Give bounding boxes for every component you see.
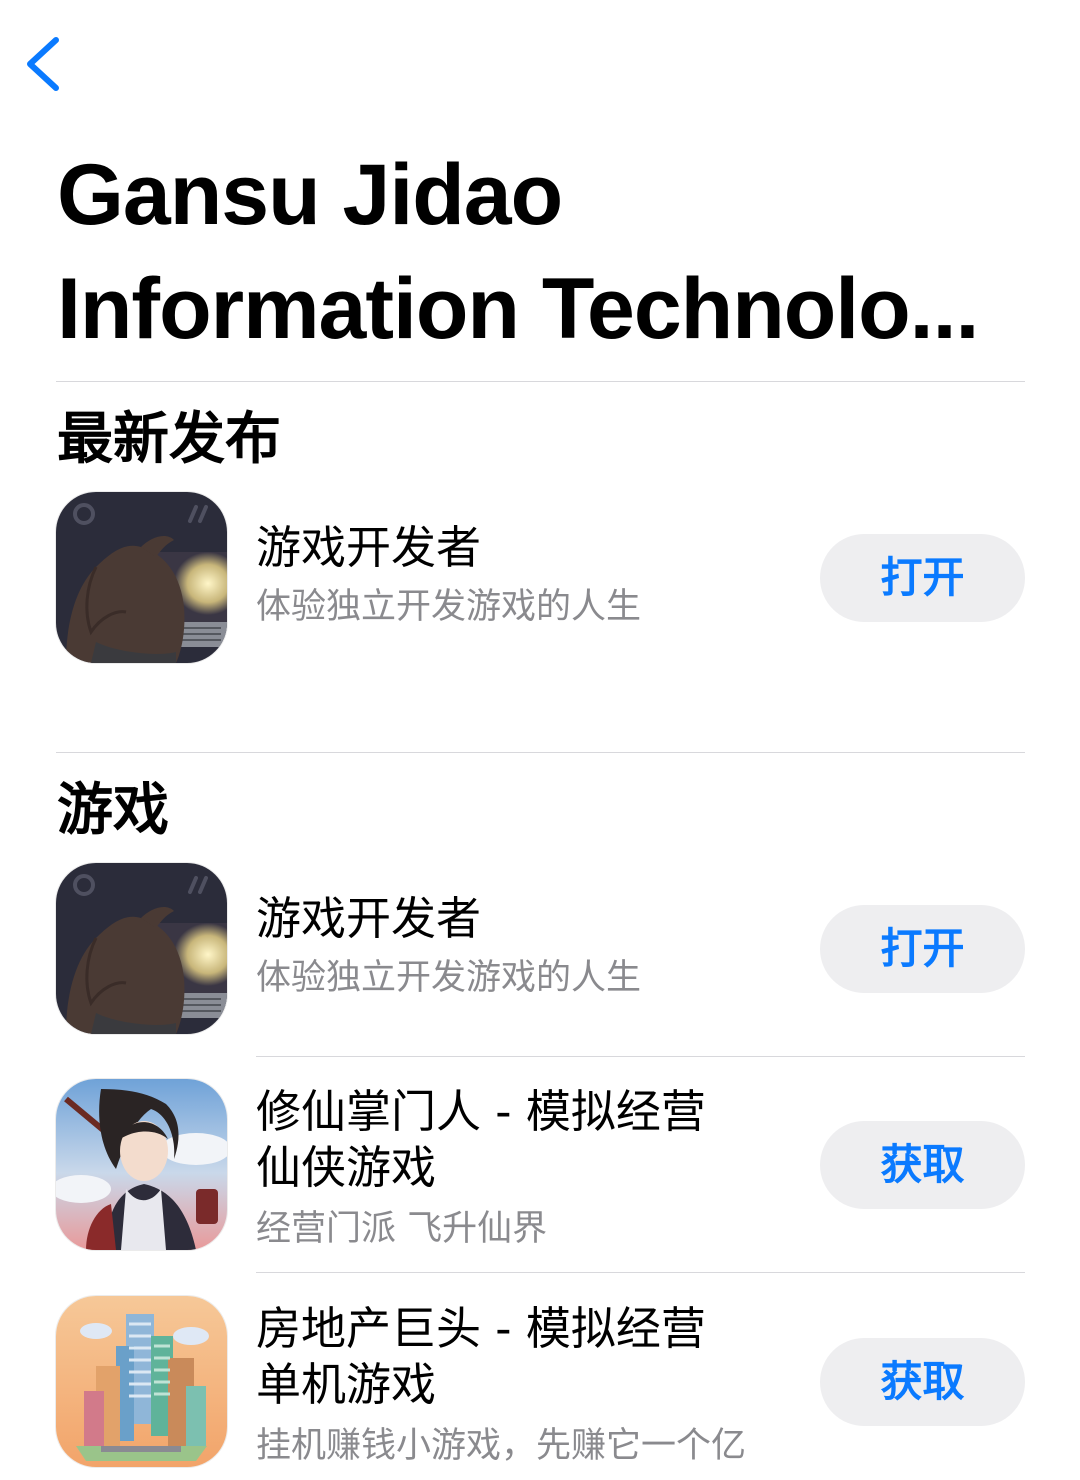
app-row-game-developer-latest[interactable]: 游戏开发者 体验独立开发游戏的人生 打开 — [0, 492, 1080, 664]
game-developer-app-icon[interactable] — [56, 492, 227, 663]
divider — [256, 1272, 1025, 1273]
app-subtitle: 体验独立开发游戏的人生 — [256, 587, 642, 627]
app-name-line1: 房地产巨头 - 模拟经营 — [256, 1302, 706, 1355]
developer-title: Gansu Jidao Information Technolo... — [57, 138, 1037, 366]
back-button[interactable] — [18, 28, 78, 98]
app-name: 游戏开发者 — [256, 521, 482, 574]
app-name-line2: 仙侠游戏 — [256, 1141, 437, 1194]
app-subtitle: 体验独立开发游戏的人生 — [256, 958, 642, 998]
divider — [56, 752, 1025, 753]
app-row-xiuxian[interactable]: 修仙掌门人 - 模拟经营 仙侠游戏 经营门派 飞升仙界 获取 — [0, 1079, 1080, 1251]
section-title-latest-release: 最新发布 — [57, 407, 281, 472]
open-button[interactable]: 打开 — [820, 534, 1025, 622]
real-estate-app-icon[interactable] — [56, 1296, 227, 1467]
developer-title-line2: Information Technolo... — [57, 261, 979, 357]
section-title-games: 游戏 — [57, 778, 169, 843]
app-name-line2: 单机游戏 — [256, 1358, 437, 1411]
get-button[interactable]: 获取 — [820, 1338, 1025, 1426]
open-button[interactable]: 打开 — [820, 905, 1025, 993]
divider — [256, 1056, 1025, 1057]
get-button[interactable]: 获取 — [820, 1121, 1025, 1209]
app-row-game-developer[interactable]: 游戏开发者 体验独立开发游戏的人生 打开 — [0, 863, 1080, 1035]
app-name-line1: 修仙掌门人 - 模拟经营 — [256, 1085, 706, 1138]
xiuxian-app-icon[interactable] — [56, 1079, 227, 1250]
app-subtitle: 挂机赚钱小游戏，先赚它一个亿 — [256, 1426, 747, 1466]
chevron-left-icon — [27, 37, 59, 91]
app-row-real-estate[interactable]: 房地产巨头 - 模拟经营 单机游戏 挂机赚钱小游戏，先赚它一个亿 获取 — [0, 1296, 1080, 1468]
developer-title-line1: Gansu Jidao — [57, 147, 563, 243]
app-subtitle: 经营门派 飞升仙界 — [256, 1209, 548, 1249]
game-developer-app-icon[interactable] — [56, 863, 227, 1034]
app-name: 游戏开发者 — [256, 892, 482, 945]
divider — [56, 381, 1025, 382]
